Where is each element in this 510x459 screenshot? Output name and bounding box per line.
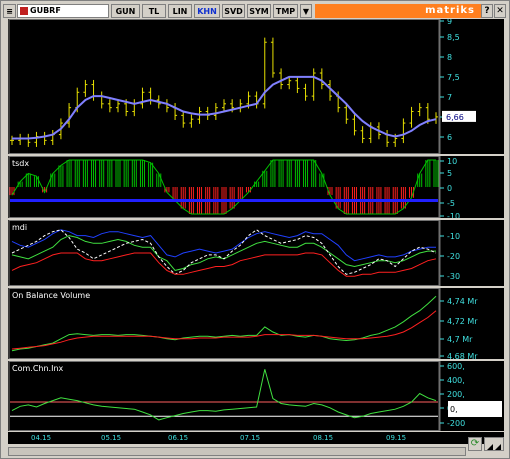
date-axis: 04.15 05.15 06.15 07.15 08.15 09.15 [8,432,504,444]
axis-tick-label: -30 [447,272,460,281]
axis-tick-label: -20 [447,252,460,261]
toolbar: ≡ GUBRF ▼ matriks ? ✕ GUN TL LIN KHN SVD SYM T… [3,4,507,18]
date-label: 05.15 [101,434,122,442]
axis-tick-label: -5 [447,199,455,208]
axis-tick-label: 8 [447,53,452,62]
brand-bar: matriks [315,4,481,18]
cci-line [11,369,437,421]
chart-area[interactable]: 98,587,576,561050-5-10tsdx-10-20-30mdi4,… [8,17,504,431]
toolbar-button-sym[interactable]: SYM [247,4,271,18]
axis-tick-label: -200 [447,419,465,428]
toolbar-button-khn[interactable]: KHN [194,4,220,18]
axis-tick-label: -10 [447,232,460,241]
mdi-series-line [11,229,436,262]
axis-tick-label: 5 [447,169,452,178]
horizontal-scrollbar[interactable] [8,447,466,456]
panel-title: mdi [12,223,27,232]
toolbar-button-lin[interactable]: LIN [168,4,192,18]
date-label: 07.15 [240,434,261,442]
axis-tick-label: 6 [447,133,452,142]
chart-svg: 98,587,576,561050-5-10tsdx-10-20-30mdi4,… [8,17,504,431]
panel-frame [8,361,440,431]
axis-tick-label: 200, [447,390,465,399]
axis-tick-label: 600, [447,362,465,371]
brand-logo: matriks [425,5,475,16]
panel-title: On Balance Volume [12,291,90,300]
panel-title: Com.Chn.Inx [12,364,64,373]
flag-icon [20,7,28,15]
last-value-label: 6,66 [446,113,464,122]
chart-window: ≡ GUBRF ▼ matriks ? ✕ GUN TL LIN KHN SVD SYM T… [0,0,510,459]
axis-tick-label: 4,74 Mr [447,297,478,306]
axis-tick-label: 7,5 [447,73,460,82]
obv-series-line [11,310,437,350]
axis-tick-label: 4,7 Mr [447,335,473,344]
axis-tick-label: 10 [447,157,457,166]
date-label: 04.15 [31,434,52,442]
axis-tick-label: 4,72 Mr [447,317,478,326]
symbol-text: GUBRF [30,6,61,15]
refresh-icon[interactable]: ⟳ [468,437,482,451]
date-label: 09.15 [386,434,407,442]
axis-tick-label: 7 [447,93,452,102]
dropdown-button[interactable]: ▼ [300,4,312,18]
obv-series-line [11,295,437,352]
symbol-field[interactable]: GUBRF [17,4,109,18]
date-label: 08.15 [313,434,334,442]
toolbar-button-tl[interactable]: TL [142,4,166,18]
zoom-icon [487,444,501,450]
date-label: 06.15 [168,434,189,442]
mdi-series-line [11,229,437,275]
panel-frame [8,19,440,154]
axis-tick-label: 0 [447,184,452,193]
help-button[interactable]: ? [481,4,493,18]
toolbar-button-tmp[interactable]: TMP [273,4,298,18]
zoom-control[interactable] [484,437,504,451]
cci-value-text: 0, [450,405,458,414]
close-button[interactable]: ✕ [494,4,506,18]
toolbar-button-svd[interactable]: SVD [222,4,245,18]
menu-icon[interactable]: ≡ [3,4,16,18]
axis-tick-label: 8,5 [447,33,460,42]
panel-title: tsdx [12,159,29,168]
axis-tick-label: 400, [447,376,465,385]
axis-tick-label: 9 [447,19,452,26]
toolbar-button-gun[interactable]: GUN [111,4,140,18]
